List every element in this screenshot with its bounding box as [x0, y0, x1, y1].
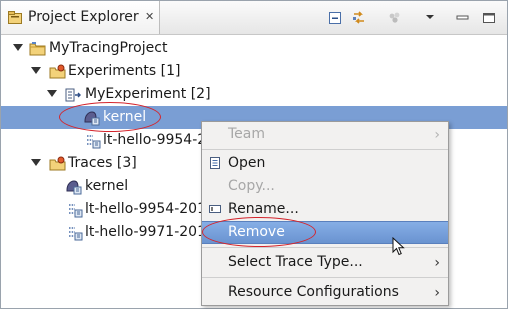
tree-item-label: lt-hello-9971-2012 [85, 224, 215, 240]
tree-item-experiment[interactable]: MyExperiment [2] [1, 83, 507, 106]
menu-separator [202, 247, 448, 248]
kernel-trace-icon [83, 110, 100, 126]
menu-item-select-trace-type[interactable]: Select Trace Type... › [202, 251, 448, 274]
submenu-arrow-icon: › [434, 255, 440, 271]
traces-folder-icon [49, 156, 66, 172]
expand-arrow-icon[interactable] [13, 44, 23, 51]
ust-trace-icon [67, 202, 83, 218]
view-header: Project Explorer ✕ [1, 1, 507, 35]
menu-item-remove[interactable]: Remove [202, 221, 448, 244]
maximize-icon[interactable] [481, 10, 497, 26]
submenu-arrow-icon: › [434, 285, 440, 301]
collapse-all-icon[interactable] [327, 10, 343, 26]
menu-item-team[interactable]: Team › [202, 123, 448, 146]
project-explorer-tab[interactable]: Project Explorer ✕ [1, 1, 160, 34]
mouse-pointer-icon [392, 236, 406, 261]
menu-item-copy[interactable]: Copy... [202, 175, 448, 198]
tree-item-experiments[interactable]: Experiments [1] [1, 60, 507, 83]
minimize-icon[interactable] [455, 10, 471, 26]
submenu-arrow-icon: › [434, 127, 440, 143]
experiment-icon [65, 87, 81, 103]
tree-item-label: lt-hello-9954-2012 [85, 201, 215, 217]
close-icon[interactable]: ✕ [145, 10, 154, 23]
menu-item-rename[interactable]: Rename... [202, 198, 448, 221]
link-with-editor-icon[interactable] [351, 10, 367, 26]
tree-item-label: Traces [3] [68, 155, 137, 171]
context-menu: Team › Open Copy... Rename... Remove Sel… [201, 121, 449, 306]
expand-arrow-icon[interactable] [47, 90, 57, 97]
rename-icon [208, 202, 222, 216]
project-explorer-icon [8, 11, 24, 29]
ust-trace-icon [67, 225, 83, 241]
tree-item-label: kernel [103, 109, 147, 125]
tree-item-label: kernel [85, 178, 129, 194]
view-title: Project Explorer [28, 9, 139, 25]
menu-item-resource-configurations[interactable]: Resource Configurations › [202, 281, 448, 304]
view-menu-icon[interactable] [387, 10, 403, 26]
menu-separator [202, 277, 448, 278]
kernel-trace-icon [65, 179, 82, 195]
tree-item-label: Experiments [1] [68, 63, 181, 79]
chevron-down-icon[interactable] [424, 10, 440, 26]
tree-item-project[interactable]: MyTracingProject [1, 37, 507, 60]
ust-trace-icon [85, 133, 101, 149]
expand-arrow-icon[interactable] [31, 159, 41, 166]
open-file-icon [208, 156, 222, 170]
menu-separator [202, 149, 448, 150]
tree-item-label: MyTracingProject [49, 40, 168, 56]
menu-item-open[interactable]: Open [202, 152, 448, 175]
project-folder-icon [29, 41, 46, 57]
tree-item-label: MyExperiment [2] [85, 86, 211, 102]
tree-item-label: lt-hello-9954-20 [103, 132, 216, 148]
project-explorer-view: Project Explorer ✕ MyTracingProject Expe… [0, 0, 508, 309]
expand-arrow-icon[interactable] [31, 67, 41, 74]
experiments-folder-icon [49, 64, 66, 80]
